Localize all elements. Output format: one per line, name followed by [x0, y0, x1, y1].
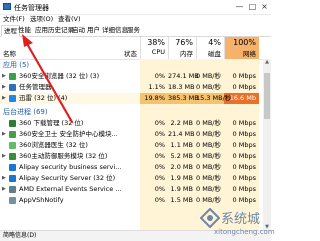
watermark: 系统城 xitongcheng.com — [200, 208, 275, 238]
watermark-logo-icon — [200, 208, 220, 228]
annotation-arrow-icon — [22, 34, 74, 124]
watermark-brand: 系统城 — [221, 212, 261, 227]
watermark-url: xitongcheng.com — [214, 228, 275, 236]
